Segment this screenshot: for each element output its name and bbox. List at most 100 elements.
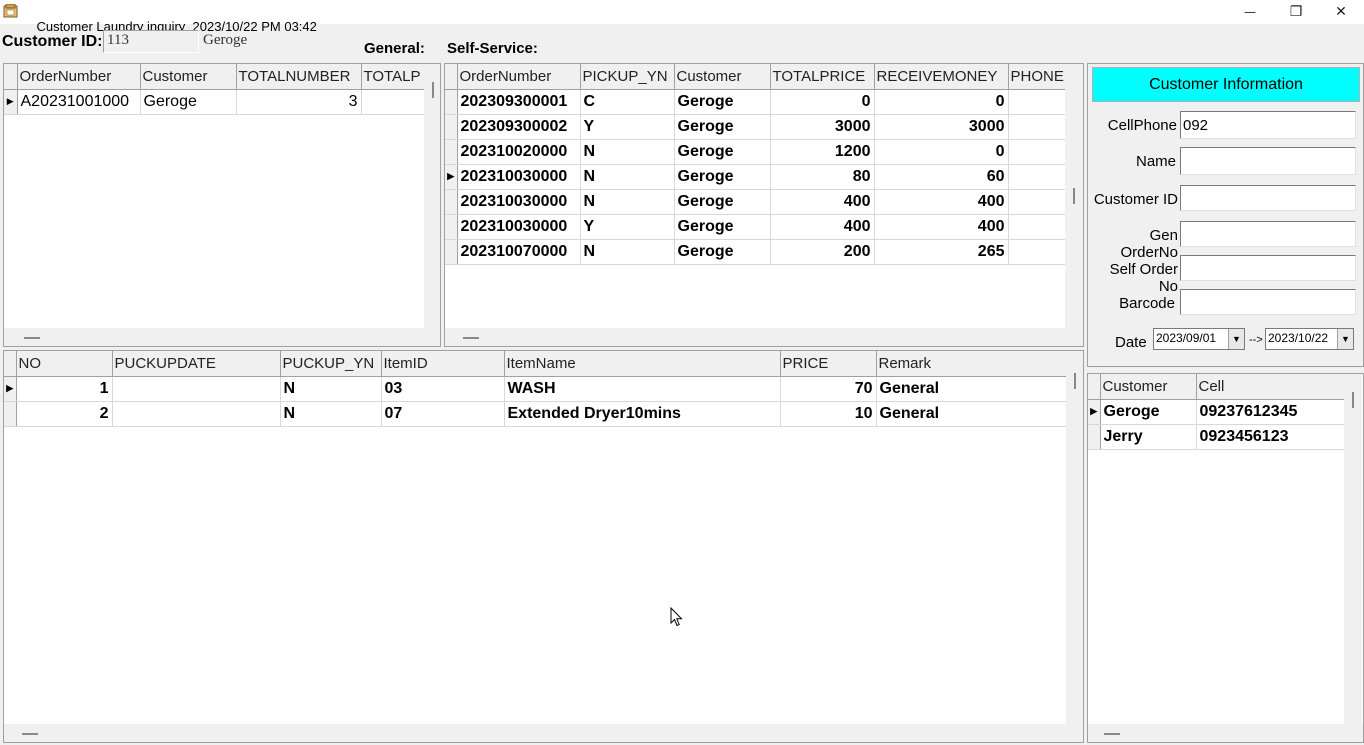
name-input[interactable]: [1180, 147, 1356, 175]
receive-money-cell[interactable]: 400: [874, 189, 1009, 215]
receive-money-cell[interactable]: 400: [874, 214, 1009, 240]
customer-id-input[interactable]: [1180, 185, 1356, 211]
item-name-cell[interactable]: WASH: [504, 376, 781, 402]
close-button[interactable]: ✕: [1318, 0, 1364, 24]
restore-button[interactable]: ❐: [1273, 0, 1319, 24]
table-row[interactable]: ▶ 1 N 03 WASH 70 General: [4, 376, 1067, 402]
col-header[interactable]: Remark: [876, 351, 1067, 377]
price-cell[interactable]: 10: [780, 401, 877, 427]
table-row[interactable]: 202310020000 N Geroge 1200 0: [445, 139, 1066, 165]
customer-name-cell[interactable]: Geroge: [1100, 399, 1197, 425]
item-id-cell[interactable]: 07: [381, 401, 505, 427]
pickup-yn-cell[interactable]: N: [280, 401, 382, 427]
minimize-button[interactable]: —: [1227, 0, 1273, 24]
receive-money-cell[interactable]: 0: [874, 139, 1009, 165]
vertical-scrollbar[interactable]: [1344, 374, 1362, 724]
phone-cell[interactable]: [1008, 89, 1066, 115]
vertical-scrollbar[interactable]: [1066, 351, 1083, 724]
table-row[interactable]: 202309300002 Y Geroge 3000 3000: [445, 114, 1066, 140]
customer-cell[interactable]: Geroge: [674, 114, 771, 140]
remark-cell[interactable]: General: [876, 376, 1067, 402]
total-price-cell[interactable]: 400: [770, 214, 875, 240]
table-row[interactable]: ▶ 202310030000 N Geroge 80 60: [445, 164, 1066, 190]
col-header[interactable]: PRICE: [780, 351, 877, 377]
table-row[interactable]: 202310070000 N Geroge 200 265: [445, 239, 1066, 265]
general-orders-grid[interactable]: OrderNumber Customer TOTALNUMBER TOTALP …: [3, 63, 441, 347]
pickup-date-cell[interactable]: [112, 376, 281, 402]
table-row[interactable]: 2 N 07 Extended Dryer10mins 10 General: [4, 401, 1067, 427]
price-cell[interactable]: 70: [780, 376, 877, 402]
total-price-cell[interactable]: 400: [770, 189, 875, 215]
receive-money-cell[interactable]: 60: [874, 164, 1009, 190]
order-number-cell[interactable]: A20231001000: [17, 89, 141, 115]
col-header[interactable]: OrderNumber: [457, 64, 581, 90]
customer-cell[interactable]: Geroge: [674, 239, 771, 265]
total-price-cell[interactable]: 3000: [770, 114, 875, 140]
order-number-cell[interactable]: 202310030000: [457, 164, 581, 190]
col-header[interactable]: OrderNumber: [17, 64, 141, 90]
remark-cell[interactable]: General: [876, 401, 1067, 427]
total-price-cell[interactable]: 0: [770, 89, 875, 115]
col-header[interactable]: ItemID: [381, 351, 505, 377]
scroll-thumb[interactable]: [22, 733, 38, 735]
order-number-cell[interactable]: 202310030000: [457, 189, 581, 215]
total-p-cell[interactable]: [361, 89, 425, 115]
col-header[interactable]: PUCKUP_YN: [280, 351, 382, 377]
horizontal-scrollbar[interactable]: [445, 328, 1083, 346]
chevron-down-icon[interactable]: ▼: [1337, 329, 1353, 349]
total-number-cell[interactable]: 3: [236, 89, 362, 115]
chevron-down-icon[interactable]: ▼: [1228, 329, 1244, 349]
pickup-yn-cell[interactable]: Y: [580, 114, 675, 140]
pickup-yn-cell[interactable]: N: [280, 376, 382, 402]
order-number-cell[interactable]: 202310030000: [457, 214, 581, 240]
phone-cell[interactable]: [1008, 189, 1066, 215]
phone-cell[interactable]: [1008, 239, 1066, 265]
scroll-thumb[interactable]: [432, 82, 434, 98]
customer-cell-phone-cell[interactable]: 09237612345: [1196, 399, 1345, 425]
customer-cell[interactable]: Geroge: [674, 139, 771, 165]
col-header[interactable]: Customer: [140, 64, 237, 90]
col-header[interactable]: TOTALNUMBER: [236, 64, 362, 90]
order-items-grid[interactable]: NO PUCKUPDATE PUCKUP_YN ItemID ItemName …: [3, 350, 1084, 743]
total-price-cell[interactable]: 1200: [770, 139, 875, 165]
pickup-yn-cell[interactable]: C: [580, 89, 675, 115]
total-price-cell[interactable]: 80: [770, 164, 875, 190]
customer-id-field[interactable]: 113: [103, 30, 199, 53]
pickup-yn-cell[interactable]: N: [580, 189, 675, 215]
receive-money-cell[interactable]: 0: [874, 89, 1009, 115]
col-header[interactable]: PHONE: [1008, 64, 1066, 90]
customer-cell[interactable]: Geroge: [674, 189, 771, 215]
col-header[interactable]: RECEIVEMONEY: [874, 64, 1009, 90]
col-header[interactable]: Customer: [1100, 374, 1197, 400]
receive-money-cell[interactable]: 3000: [874, 114, 1009, 140]
pickup-yn-cell[interactable]: Y: [580, 214, 675, 240]
table-row[interactable]: Jerry 0923456123: [1088, 424, 1345, 450]
vertical-scrollbar[interactable]: [1065, 64, 1083, 328]
table-row[interactable]: ▶ Geroge 09237612345: [1088, 399, 1345, 425]
scroll-thumb[interactable]: [24, 337, 40, 339]
customer-name-cell[interactable]: Jerry: [1100, 424, 1197, 450]
col-header[interactable]: TOTALP: [361, 64, 425, 90]
item-no-cell[interactable]: 2: [16, 401, 113, 427]
item-name-cell[interactable]: Extended Dryer10mins: [504, 401, 781, 427]
cellphone-input[interactable]: [1180, 111, 1356, 139]
customer-cell[interactable]: Geroge: [140, 89, 237, 115]
vertical-scrollbar[interactable]: [424, 64, 440, 328]
order-number-cell[interactable]: 202309300002: [457, 114, 581, 140]
pickup-date-cell[interactable]: [112, 401, 281, 427]
phone-cell[interactable]: [1008, 114, 1066, 140]
phone-cell[interactable]: [1008, 214, 1066, 240]
horizontal-scrollbar[interactable]: [4, 328, 440, 346]
order-number-cell[interactable]: 202310070000: [457, 239, 581, 265]
scroll-thumb[interactable]: [463, 337, 479, 339]
scroll-thumb[interactable]: [1104, 733, 1120, 735]
customer-cell[interactable]: Geroge: [674, 89, 771, 115]
col-header[interactable]: Cell: [1196, 374, 1345, 400]
scroll-thumb[interactable]: [1073, 188, 1075, 204]
col-header[interactable]: ItemName: [504, 351, 781, 377]
table-row[interactable]: ▶ A20231001000 Geroge 3: [4, 89, 425, 115]
col-header[interactable]: PICKUP_YN: [580, 64, 675, 90]
order-number-cell[interactable]: 202310020000: [457, 139, 581, 165]
phone-cell[interactable]: [1008, 139, 1066, 165]
table-row[interactable]: 202310030000 Y Geroge 400 400: [445, 214, 1066, 240]
